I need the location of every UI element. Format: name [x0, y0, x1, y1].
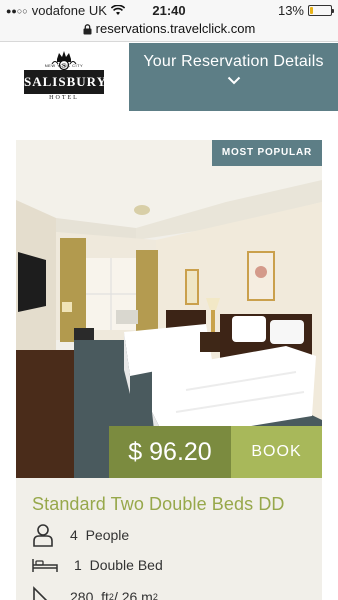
feature-people: 4 People	[32, 523, 129, 547]
lock-icon	[83, 24, 92, 35]
battery-percent: 13%	[277, 3, 304, 18]
room-name[interactable]: Standard Two Double Beds DD	[32, 494, 285, 515]
logo-city-text: NEW YORK CITY	[44, 63, 84, 68]
status-bar: ●●○○ vodafone UK 21:40 13%	[0, 0, 338, 20]
bed-count: 1	[74, 557, 82, 573]
reservation-details-toggle[interactable]: Your Reservation Details	[129, 43, 338, 111]
book-button[interactable]: BOOK	[231, 426, 322, 478]
area-unit-m: / 26 m	[113, 589, 153, 600]
hotel-logo[interactable]: S NEW YORK CITY SALISBURY HOTEL	[24, 50, 106, 106]
people-count: 4	[70, 527, 78, 543]
status-right: 13%	[277, 3, 334, 18]
url-text: reservations.travelclick.com	[95, 21, 256, 36]
area-value: 280	[70, 589, 94, 600]
reservation-details-label: Your Reservation Details	[143, 53, 324, 70]
feature-area: 280 ft 2 / 26 m2	[32, 586, 158, 600]
bed-icon	[32, 559, 58, 572]
area-unit-ft: ft	[101, 589, 109, 600]
people-label: People	[85, 527, 130, 543]
chevron-down-icon	[227, 76, 240, 85]
battery-icon	[308, 5, 334, 16]
most-popular-badge: MOST POPULAR	[211, 140, 322, 166]
logo-sub: HOTEL	[49, 95, 79, 101]
area-exp-m: 2	[152, 592, 158, 600]
address-bar[interactable]: reservations.travelclick.com	[0, 20, 338, 42]
bed-label: Double Bed	[89, 557, 163, 573]
area-icon	[33, 586, 48, 600]
logo-name: SALISBURY	[24, 70, 106, 94]
room-price: $ 96.20	[109, 426, 231, 478]
feature-bed: 1 Double Bed	[32, 556, 163, 574]
person-icon	[33, 524, 53, 547]
